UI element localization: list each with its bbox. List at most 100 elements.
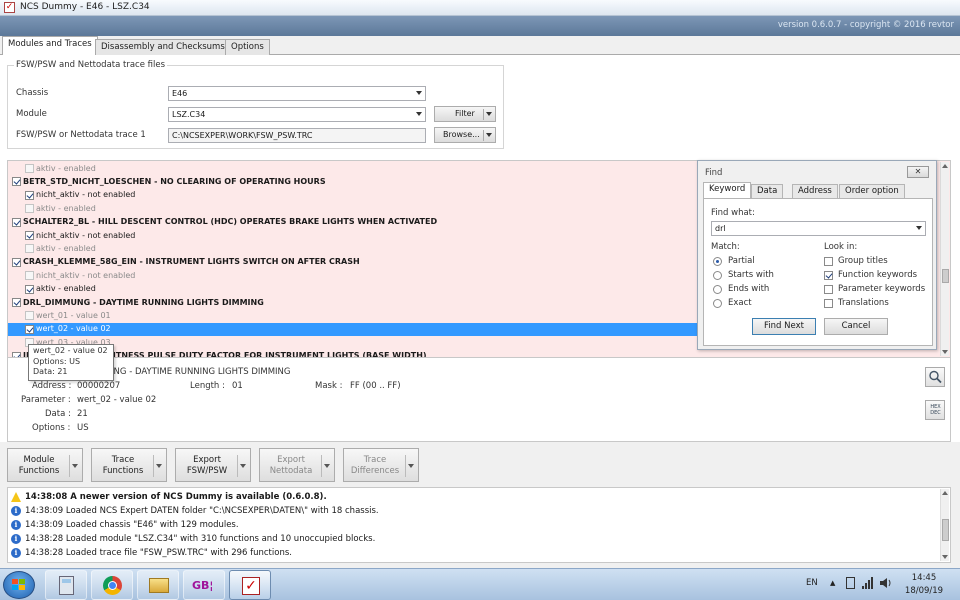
match-radio[interactable] bbox=[713, 271, 722, 280]
action-label-line1: Trace bbox=[363, 455, 387, 465]
hex-dec-toggle-button[interactable]: HEX DEC bbox=[925, 400, 945, 420]
scroll-down-icon[interactable] bbox=[942, 555, 948, 559]
row-checkbox[interactable] bbox=[12, 298, 21, 307]
action-label-line1: Export bbox=[193, 455, 221, 465]
chrome-taskbar-icon[interactable] bbox=[91, 570, 133, 600]
row-label: aktiv - enabled bbox=[36, 284, 96, 294]
chevron-down-icon bbox=[72, 464, 78, 468]
scroll-thumb[interactable] bbox=[942, 519, 949, 541]
row-checkbox[interactable] bbox=[25, 204, 34, 214]
browse-button[interactable]: Browse... bbox=[434, 127, 496, 143]
network-icon[interactable] bbox=[862, 577, 874, 592]
find-tab-keyword[interactable]: Keyword bbox=[703, 182, 752, 199]
window-title: NCS Dummy - E46 - LSZ.C34 bbox=[20, 2, 150, 12]
language-indicator[interactable]: EN bbox=[806, 578, 818, 588]
match-radio[interactable] bbox=[713, 299, 722, 308]
tab-disassembly-and-checksums[interactable]: Disassembly and Checksums bbox=[95, 39, 231, 55]
volume-icon[interactable] bbox=[880, 577, 892, 592]
cancel-button[interactable]: Cancel bbox=[824, 318, 888, 335]
info-icon: i bbox=[11, 520, 21, 530]
calculator-taskbar-icon[interactable] bbox=[45, 570, 87, 600]
close-icon[interactable]: ✕ bbox=[907, 166, 929, 178]
tab-modules-and-traces[interactable]: Modules and Traces bbox=[2, 36, 98, 56]
row-checkbox[interactable] bbox=[12, 257, 21, 267]
battery-icon[interactable] bbox=[846, 577, 855, 589]
look-in-option-label: Group titles bbox=[838, 256, 888, 266]
action-button[interactable]: Export FSW/PSW bbox=[175, 448, 251, 482]
action-label-line2: Nettodata bbox=[269, 466, 313, 476]
clock-date[interactable]: 18/09/19 bbox=[903, 586, 945, 596]
tree-scrollbar[interactable] bbox=[940, 162, 949, 356]
ncs-expert-taskbar-icon[interactable]: GB¦ bbox=[183, 570, 225, 600]
look-in-checkbox[interactable] bbox=[824, 299, 833, 308]
tray-expand-icon[interactable]: ▲ bbox=[830, 579, 835, 587]
start-button[interactable] bbox=[3, 571, 35, 599]
scroll-up-icon[interactable] bbox=[942, 491, 948, 495]
clock-time[interactable]: 14:45 bbox=[907, 573, 941, 583]
action-button[interactable]: Trace Functions bbox=[91, 448, 167, 482]
find-what-input[interactable]: drl bbox=[711, 221, 926, 236]
match-radio[interactable] bbox=[713, 257, 722, 266]
look-in-label: Look in: bbox=[824, 242, 858, 252]
row-label: aktiv - enabled bbox=[36, 243, 96, 253]
parameter-row[interactable]: aktiv - enabled bbox=[8, 283, 698, 296]
parameter-row[interactable]: nicht_aktiv - not enabled bbox=[8, 189, 698, 202]
log-scrollbar[interactable] bbox=[940, 489, 949, 561]
search-icon-button[interactable] bbox=[925, 367, 945, 387]
trace-path-field[interactable]: C:\NCSEXPER\WORK\FSW_PSW.TRC bbox=[168, 128, 426, 143]
row-checkbox[interactable] bbox=[25, 311, 34, 321]
match-radio[interactable] bbox=[713, 285, 722, 294]
mask-value: FF (00 .. FF) bbox=[350, 381, 401, 391]
parameter-row[interactable]: aktiv - enabled bbox=[8, 202, 698, 215]
row-checkbox[interactable] bbox=[12, 177, 21, 187]
options-value: US bbox=[77, 423, 89, 433]
find-tab-order-option[interactable]: Order option bbox=[839, 184, 905, 198]
find-tab-data[interactable]: Data bbox=[751, 184, 784, 198]
look-in-checkbox[interactable] bbox=[824, 285, 833, 294]
row-label: wert_01 - value 01 bbox=[36, 310, 111, 320]
scroll-up-icon[interactable] bbox=[942, 164, 948, 168]
action-button[interactable]: Trace Differences bbox=[343, 448, 419, 482]
ncs-expert-badge: GB¦ bbox=[192, 579, 214, 592]
parameter-row[interactable]: wert_02 - value 02 bbox=[8, 322, 698, 337]
split-divider bbox=[483, 130, 484, 141]
action-button[interactable]: Export Nettodata bbox=[259, 448, 335, 482]
row-checkbox[interactable] bbox=[25, 244, 34, 254]
row-checkbox[interactable] bbox=[25, 284, 34, 294]
row-checkbox[interactable] bbox=[25, 190, 34, 200]
filter-button[interactable]: Filter bbox=[434, 106, 496, 122]
address-value: 00000207 bbox=[77, 381, 121, 391]
chevron-down-icon bbox=[416, 91, 422, 95]
parameter-row[interactable]: aktiv - enabled bbox=[8, 162, 698, 175]
look-in-checkbox[interactable] bbox=[824, 257, 833, 266]
split-divider bbox=[405, 455, 406, 477]
version-banner: version 0.6.0.7 - copyright © 2016 revto… bbox=[0, 16, 960, 36]
function-row[interactable]: DRL_DIMMUNG - DAYTIME RUNNING LIGHTS DIM… bbox=[8, 296, 698, 309]
find-next-button[interactable]: Find Next bbox=[752, 318, 816, 335]
row-checkbox[interactable] bbox=[25, 231, 34, 240]
function-row[interactable]: BETR_STD_NICHT_LOESCHEN - NO CLEARING OF… bbox=[8, 175, 698, 188]
find-tab-address[interactable]: Address bbox=[792, 184, 838, 198]
row-label: aktiv - enabled bbox=[36, 163, 96, 173]
row-checkbox[interactable] bbox=[25, 271, 34, 281]
chassis-select[interactable]: E46 bbox=[168, 86, 426, 101]
action-button[interactable]: Module Functions bbox=[7, 448, 83, 482]
parameter-row[interactable]: nicht_aktiv - not enabled bbox=[8, 269, 698, 282]
scroll-down-icon[interactable] bbox=[942, 350, 948, 354]
function-row[interactable]: CRASH_KLEMME_58G_EIN - INSTRUMENT LIGHTS… bbox=[8, 256, 698, 269]
parameter-label: Parameter : bbox=[21, 395, 71, 405]
explorer-taskbar-icon[interactable] bbox=[137, 570, 179, 600]
row-checkbox[interactable] bbox=[25, 164, 34, 173]
ncs-dummy-taskbar-icon[interactable]: ✓ bbox=[229, 570, 271, 600]
windows-logo-icon bbox=[12, 579, 26, 591]
look-in-checkbox[interactable] bbox=[824, 271, 833, 280]
parameter-row[interactable]: wert_01 - value 01 bbox=[8, 309, 698, 322]
parameter-row[interactable]: aktiv - enabled bbox=[8, 242, 698, 255]
tab-options[interactable]: Options bbox=[225, 39, 270, 55]
row-checkbox[interactable] bbox=[25, 324, 34, 334]
scroll-thumb[interactable] bbox=[942, 269, 949, 283]
row-checkbox[interactable] bbox=[12, 217, 21, 227]
module-select[interactable]: LSZ.C34 bbox=[168, 107, 426, 122]
parameter-row[interactable]: nicht_aktiv - not enabled bbox=[8, 229, 698, 242]
function-row[interactable]: SCHALTER2_BL - HILL DESCENT CONTROL (HDC… bbox=[8, 216, 698, 229]
